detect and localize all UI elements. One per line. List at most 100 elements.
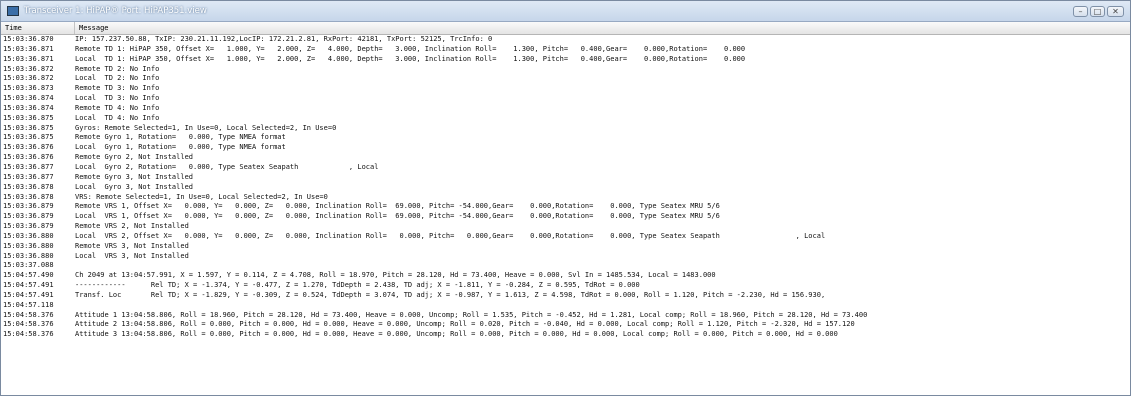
log-row[interactable]: 15:04:57.490 Ch 2049 at 13:04:57.991, X =… bbox=[1, 271, 1130, 281]
log-time: 15:03:36.872 bbox=[3, 64, 54, 73]
log-time: 15:03:36.877 bbox=[3, 172, 54, 181]
log-time: 15:03:36.878 bbox=[3, 192, 54, 201]
log-row[interactable]: 15:03:36.880 Local VRS 3, Not Installed bbox=[1, 252, 1130, 262]
log-time: 15:03:36.875 bbox=[3, 123, 54, 132]
log-message: Local VRS 3, Not Installed bbox=[75, 251, 189, 260]
log-row[interactable]: 15:03:36.870 IP: 157.237.50.88, TxIP: 230… bbox=[1, 35, 1130, 45]
log-row[interactable]: 15:03:36.879 Remote VRS 2, Not Installed bbox=[1, 222, 1130, 232]
log-time: 15:03:36.879 bbox=[3, 202, 54, 211]
log-message: Local Gyro 3, Not Installed bbox=[75, 182, 194, 191]
column-header-time[interactable]: Time bbox=[1, 22, 75, 34]
title-bar[interactable]: Transceiver 1: HiPAP® Port: HiPAP351.vie… bbox=[1, 1, 1130, 22]
log-time: 15:03:36.877 bbox=[3, 162, 54, 171]
log-time: 15:03:36.880 bbox=[3, 251, 54, 260]
log-row[interactable]: 15:03:36.876 Local Gyro 1, Rotation= 0.00… bbox=[1, 143, 1130, 153]
log-row[interactable]: 15:03:36.872 Local TD 2: No Info bbox=[1, 74, 1130, 84]
log-message: Local TD 1: HiPAP 350, Offset X= 1.000, … bbox=[75, 54, 746, 63]
log-message: Remote TD 4: No Info bbox=[75, 103, 160, 112]
log-message: Attitude 3 13:04:58.806, Roll = 0.000, P… bbox=[75, 330, 838, 339]
log-row[interactable]: 15:03:36.876 Remote Gyro 2, Not Installed bbox=[1, 153, 1130, 163]
log-message: Local VRS 2, Offset X= 0.000, Y= 0.000, … bbox=[75, 231, 826, 240]
log-time: 15:03:36.872 bbox=[3, 74, 54, 83]
log-row[interactable]: 15:04:58.376 Attitude 1 13:04:58.806, Rol… bbox=[1, 311, 1130, 321]
log-message: Transf. Loc Rel TD; X = -1.829, Y = -0.3… bbox=[75, 290, 826, 299]
log-message: Ch 2049 at 13:04:57.991, X = 1.597, Y = … bbox=[75, 271, 716, 280]
log-row[interactable]: 15:03:36.875 Remote Gyro 1, Rotation= 0.0… bbox=[1, 133, 1130, 143]
close-icon[interactable]: ✕ bbox=[1107, 5, 1124, 17]
log-time: 15:03:36.870 bbox=[3, 35, 54, 43]
log-message: Attitude 1 13:04:58.806, Roll = 18.960, … bbox=[75, 310, 868, 319]
log-time: 15:03:36.880 bbox=[3, 231, 54, 240]
log-time: 15:03:36.875 bbox=[3, 113, 54, 122]
log-row[interactable]: 15:04:58.376 Attitude 2 13:04:58.806, Rol… bbox=[1, 320, 1130, 330]
log-message: Remote TD 1: HiPAP 350, Offset X= 1.000,… bbox=[75, 44, 746, 53]
log-time: 15:03:36.871 bbox=[3, 44, 54, 53]
log-time: 15:03:37.088 bbox=[3, 261, 54, 270]
log-message: Remote TD 3: No Info bbox=[75, 84, 160, 93]
log-message: IP: 157.237.50.88, TxIP: 230.21.11.192,L… bbox=[75, 35, 493, 43]
log-row[interactable]: 15:03:36.880 Remote VRS 3, Not Installed bbox=[1, 242, 1130, 252]
log-message: Local VRS 1, Offset X= 0.000, Y= 0.000, … bbox=[75, 212, 720, 221]
log-message: Local TD 4: No Info bbox=[75, 113, 160, 122]
log-time: 15:03:36.874 bbox=[3, 94, 54, 103]
log-time: 15:04:57.118 bbox=[3, 300, 54, 309]
log-row[interactable]: 15:03:36.877 Remote Gyro 3, Not Installed bbox=[1, 173, 1130, 183]
log-message: Remote Gyro 2, Not Installed bbox=[75, 153, 194, 162]
minimize-icon[interactable]: – bbox=[1073, 5, 1088, 17]
log-row[interactable]: 15:04:58.376 Attitude 3 13:04:58.806, Rol… bbox=[1, 330, 1130, 340]
log-message: Remote VRS 1, Offset X= 0.000, Y= 0.000,… bbox=[75, 202, 720, 211]
log-row[interactable]: 15:03:36.875 Local TD 4: No Info bbox=[1, 114, 1130, 124]
log-row[interactable]: 15:03:36.874 Remote TD 4: No Info bbox=[1, 104, 1130, 114]
log-row[interactable]: 15:03:36.879 Local VRS 1, Offset X= 0.000… bbox=[1, 212, 1130, 222]
log-message: ------------ Rel TD; X = -1.374, Y = -0.… bbox=[75, 281, 640, 290]
log-time: 15:03:36.876 bbox=[3, 153, 54, 162]
log-message bbox=[75, 301, 1130, 311]
log-row[interactable]: 15:03:36.871 Remote TD 1: HiPAP 350, Offs… bbox=[1, 45, 1130, 55]
log-row[interactable]: 15:03:36.879 Remote VRS 1, Offset X= 0.00… bbox=[1, 202, 1130, 212]
log-message: Gyros: Remote Selected=1, In Use=0, Loca… bbox=[75, 123, 337, 132]
log-message: Remote TD 2: No Info bbox=[75, 64, 160, 73]
log-row[interactable]: 15:03:36.871 Local TD 1: HiPAP 350, Offse… bbox=[1, 55, 1130, 65]
log-message: Local Gyro 1, Rotation= 0.000, Type NMEA… bbox=[75, 143, 286, 152]
log-message: Attitude 2 13:04:58.806, Roll = 0.000, P… bbox=[75, 320, 855, 329]
log-time: 15:03:36.878 bbox=[3, 182, 54, 191]
log-time: 15:04:57.491 bbox=[3, 281, 54, 290]
log-row[interactable]: 15:04:57.118 bbox=[1, 301, 1130, 311]
log-time: 15:03:36.873 bbox=[3, 84, 54, 93]
log-time: 15:03:36.871 bbox=[3, 54, 54, 63]
log-message: Remote VRS 2, Not Installed bbox=[75, 222, 189, 231]
log-row[interactable]: 15:03:36.874 Local TD 3: No Info bbox=[1, 94, 1130, 104]
log-message: Local TD 2: No Info bbox=[75, 74, 160, 83]
log-row[interactable]: 15:04:57.491 ------------ Rel TD; X = -1.… bbox=[1, 281, 1130, 291]
log-time: 15:04:57.490 bbox=[3, 271, 54, 280]
log-row[interactable]: 15:03:36.880 Local VRS 2, Offset X= 0.000… bbox=[1, 232, 1130, 242]
window-controls: – □ ✕ bbox=[1073, 5, 1124, 17]
log-message: Remote VRS 3, Not Installed bbox=[75, 241, 189, 250]
log-row[interactable]: 15:03:36.878 Local Gyro 3, Not Installed bbox=[1, 183, 1130, 193]
log-message: Remote Gyro 3, Not Installed bbox=[75, 172, 194, 181]
maximize-icon[interactable]: □ bbox=[1090, 5, 1105, 17]
log-time: 15:04:57.491 bbox=[3, 290, 54, 299]
log-row[interactable]: 15:03:36.872 Remote TD 2: No Info bbox=[1, 65, 1130, 75]
log-message: VRS: Remote Selected=1, In Use=0, Local … bbox=[75, 192, 328, 201]
log-time: 15:03:36.880 bbox=[3, 241, 54, 250]
log-time: 15:03:36.879 bbox=[3, 222, 54, 231]
log-time: 15:03:36.875 bbox=[3, 133, 54, 142]
log-row[interactable]: 15:03:36.877 Local Gyro 2, Rotation= 0.00… bbox=[1, 163, 1130, 173]
log-message: Local Gyro 2, Rotation= 0.000, Type Seat… bbox=[75, 162, 379, 171]
log-window: Transceiver 1: HiPAP® Port: HiPAP351.vie… bbox=[0, 0, 1131, 396]
log-time: 15:03:36.876 bbox=[3, 143, 54, 152]
column-header-message[interactable]: Message bbox=[75, 22, 109, 34]
log-time: 15:04:58.376 bbox=[3, 330, 54, 339]
app-icon bbox=[7, 6, 19, 16]
log-row[interactable]: 15:03:36.873 Remote TD 3: No Info bbox=[1, 84, 1130, 94]
log-list[interactable]: 15:03:36.870 IP: 157.237.50.88, TxIP: 230… bbox=[1, 35, 1130, 340]
column-header: Time Message bbox=[1, 22, 1130, 35]
log-row[interactable]: 15:04:57.491 Transf. Loc Rel TD; X = -1.8… bbox=[1, 291, 1130, 301]
log-message: Local TD 3: No Info bbox=[75, 94, 160, 103]
log-message: Remote Gyro 1, Rotation= 0.000, Type NME… bbox=[75, 133, 286, 142]
log-row[interactable]: 15:03:36.875 Gyros: Remote Selected=1, In… bbox=[1, 124, 1130, 134]
log-row[interactable]: 15:03:36.878 VRS: Remote Selected=1, In U… bbox=[1, 193, 1130, 203]
log-time: 15:03:36.874 bbox=[3, 103, 54, 112]
log-row[interactable]: 15:03:37.088 bbox=[1, 261, 1130, 271]
